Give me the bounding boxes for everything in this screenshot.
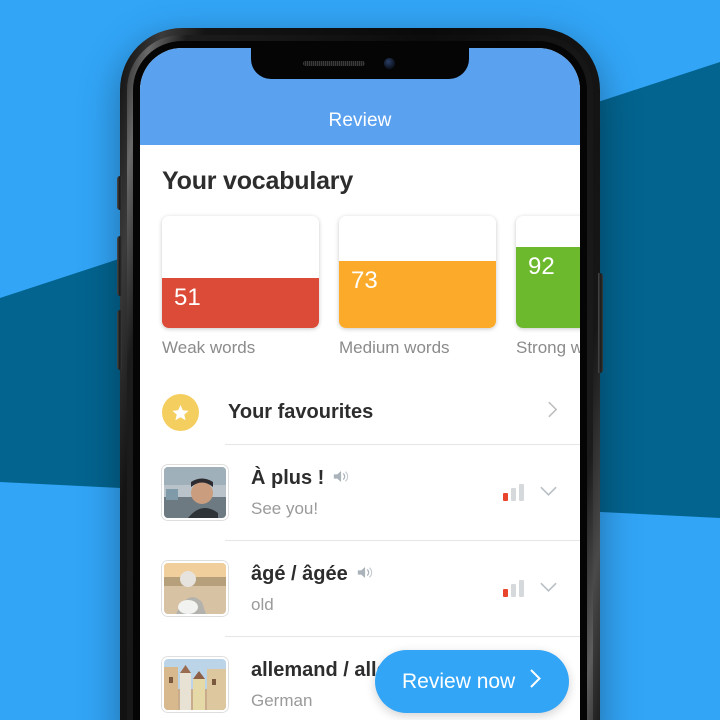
word-term: À plus ! bbox=[251, 466, 325, 489]
volume-down-button[interactable] bbox=[117, 310, 122, 370]
strength-indicator bbox=[503, 580, 524, 597]
volume-up-button[interactable] bbox=[117, 236, 122, 296]
stat-card-medium[interactable]: 73 Medium words bbox=[339, 216, 496, 358]
chevron-right-icon bbox=[529, 668, 542, 695]
word-translation: See you! bbox=[251, 498, 319, 518]
word-text-block: À plus ! See you! bbox=[251, 467, 503, 519]
star-icon bbox=[162, 393, 199, 431]
strength-bar-1 bbox=[503, 493, 508, 501]
review-now-button[interactable]: Review now bbox=[375, 650, 570, 713]
strength-bar-2 bbox=[511, 584, 516, 597]
mute-switch-button[interactable] bbox=[117, 176, 122, 210]
word-row-controls bbox=[503, 484, 580, 502]
word-row-controls bbox=[503, 580, 580, 598]
word-text-block: âgé / âgée old bbox=[251, 563, 503, 615]
list-item-word[interactable]: À plus ! See you! bbox=[140, 445, 580, 540]
strength-bar-1 bbox=[503, 589, 508, 597]
stat-fill: 73 bbox=[339, 261, 496, 328]
stat-card-weak[interactable]: 51 Weak words bbox=[162, 216, 319, 358]
stat-card-body: 92 bbox=[516, 216, 580, 328]
stat-label: Medium words bbox=[339, 338, 450, 357]
word-translation: old bbox=[251, 594, 274, 614]
strength-bar-3 bbox=[519, 484, 524, 501]
chevron-right-icon bbox=[547, 400, 558, 424]
word-term: âgé / âgée bbox=[251, 562, 348, 585]
favourites-label: Your favourites bbox=[228, 400, 374, 423]
word-thumbnail-image bbox=[162, 465, 228, 520]
phone-device-frame: Review Your vocabulary 51 Weak words 73 … bbox=[117, 28, 603, 720]
front-camera-icon bbox=[384, 58, 395, 69]
chevron-down-icon[interactable] bbox=[539, 484, 558, 502]
speaker-icon[interactable] bbox=[333, 467, 350, 490]
app-content: Your vocabulary 51 Weak words 73 Medium … bbox=[140, 145, 580, 720]
list-item-favourites[interactable]: Your favourites bbox=[140, 380, 580, 444]
strength-indicator bbox=[503, 484, 524, 501]
stat-card-body: 51 bbox=[162, 216, 319, 328]
stat-card-body: 73 bbox=[339, 216, 496, 328]
stat-value: 73 bbox=[351, 267, 378, 294]
page-title: Your vocabulary bbox=[162, 167, 354, 195]
word-thumbnail-image bbox=[162, 561, 228, 616]
review-now-label: Review now bbox=[402, 669, 516, 693]
stat-value: 51 bbox=[174, 284, 201, 311]
strength-bar-3 bbox=[519, 580, 524, 597]
stat-card-strong[interactable]: 92 Strong words bbox=[516, 216, 580, 358]
speaker-icon[interactable] bbox=[357, 563, 374, 586]
vocabulary-stat-cards: 51 Weak words 73 Medium words 92 Strong … bbox=[162, 216, 580, 358]
chevron-down-icon[interactable] bbox=[539, 580, 558, 598]
stat-label: Weak words bbox=[162, 338, 256, 357]
phone-notch bbox=[251, 48, 469, 79]
power-button[interactable] bbox=[598, 273, 603, 373]
stat-value: 92 bbox=[528, 253, 555, 280]
stat-fill: 92 bbox=[516, 247, 580, 328]
stat-fill: 51 bbox=[162, 278, 319, 328]
word-term-line: À plus ! bbox=[251, 467, 503, 490]
word-term-line: âgé / âgée bbox=[251, 563, 503, 586]
stat-label: Strong words bbox=[516, 338, 580, 357]
screenshot-stage: Review Your vocabulary 51 Weak words 73 … bbox=[0, 0, 720, 720]
phone-screen: Review Your vocabulary 51 Weak words 73 … bbox=[140, 48, 580, 720]
app-bar-title: Review bbox=[328, 110, 392, 131]
list-item-word[interactable]: âgé / âgée old bbox=[140, 541, 580, 636]
strength-bar-2 bbox=[511, 488, 516, 501]
earpiece-speaker-icon bbox=[303, 61, 365, 66]
word-thumbnail-image bbox=[162, 657, 228, 712]
